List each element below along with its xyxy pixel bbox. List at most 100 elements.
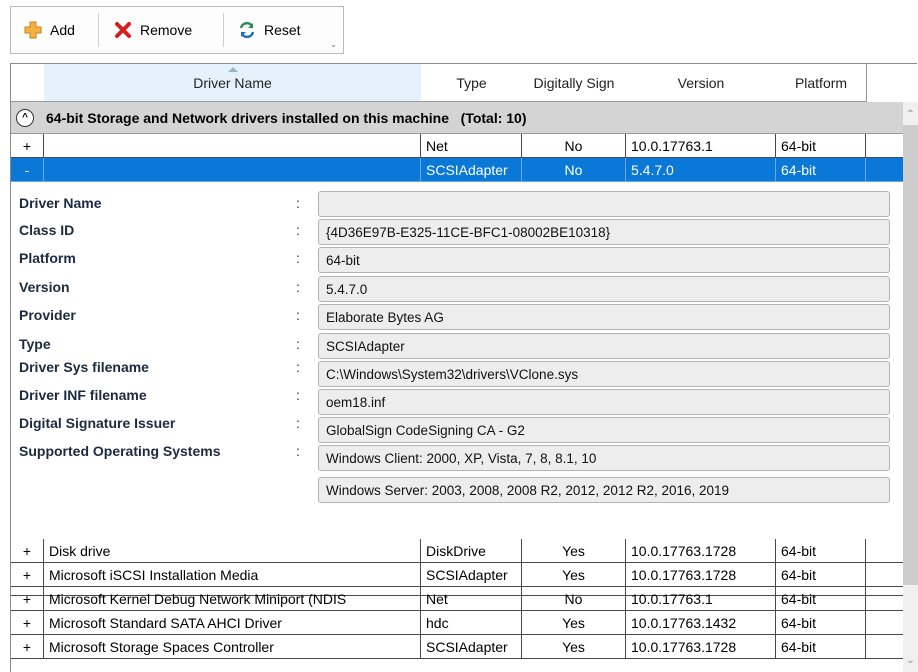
- header-digitally-signed[interactable]: Digitally Sign: [522, 64, 627, 102]
- row-expand-toggle[interactable]: +: [11, 587, 44, 611]
- cell-platform: 64-bit: [776, 134, 866, 158]
- toolbar-divider: [98, 13, 99, 47]
- row-expand-toggle[interactable]: +: [11, 611, 44, 635]
- cell-type: SCSIAdapter: [421, 563, 522, 587]
- cell-type: SCSIAdapter: [421, 158, 522, 182]
- header-type[interactable]: Type: [421, 64, 523, 102]
- header-platform[interactable]: Platform: [776, 64, 867, 102]
- table-row[interactable]: + Microsoft Kernel Debug Network Minipor…: [11, 587, 904, 611]
- detail-label-type: Type: [19, 336, 51, 352]
- cell-type: Net: [421, 134, 522, 158]
- cell-driver-name: Microsoft Storage Spaces Controller: [44, 635, 421, 659]
- detail-label-driver-inf-filename: Driver INF filename: [19, 387, 147, 403]
- toolbar-divider: [223, 13, 224, 47]
- detail-value-version[interactable]: 5.4.7.0: [318, 276, 890, 302]
- cell-empty: [866, 134, 904, 158]
- detail-colon: :: [296, 307, 300, 323]
- group-header-row[interactable]: ^ 64-bit Storage and Network drivers ins…: [11, 102, 904, 134]
- detail-value-driver-name[interactable]: [318, 191, 890, 217]
- collapse-group-icon[interactable]: ^: [16, 108, 34, 127]
- table-row[interactable]: + Microsoft iSCSI Installation Media SCS…: [11, 563, 904, 587]
- header-version-label: Version: [677, 74, 725, 91]
- cell-signed: Yes: [522, 611, 626, 635]
- cell-platform: 64-bit: [776, 611, 866, 635]
- detail-label-provider: Provider: [19, 307, 76, 323]
- cell-version: 5.4.7.0: [626, 158, 776, 182]
- cell-version: 10.0.17763.1728: [626, 563, 776, 587]
- cell-driver-name: Disk drive: [44, 539, 421, 563]
- detail-value-supported-os-client[interactable]: Windows Client: 2000, XP, Vista, 7, 8, 8…: [318, 445, 890, 471]
- cell-empty: [866, 587, 904, 611]
- group-title: 64-bit Storage and Network drivers insta…: [46, 109, 527, 126]
- cell-signed: No: [522, 158, 626, 182]
- drivers-grid: Driver Name Type Digitally Sign Version …: [10, 63, 917, 672]
- cell-empty: [866, 158, 904, 182]
- detail-colon: :: [296, 222, 300, 238]
- cell-driver-name: Microsoft Kernel Debug Network Miniport …: [44, 587, 421, 611]
- cell-platform: 64-bit: [776, 563, 866, 587]
- add-label: Add: [50, 22, 75, 38]
- table-row[interactable]: + Disk drive DiskDrive Yes 10.0.17763.17…: [11, 539, 904, 563]
- cell-platform: 64-bit: [776, 539, 866, 563]
- reset-icon: [237, 20, 257, 40]
- table-row-selected[interactable]: - SCSIAdapter No 5.4.7.0 64-bit: [11, 158, 904, 182]
- detail-value-type[interactable]: SCSIAdapter: [318, 333, 890, 359]
- detail-colon: :: [296, 279, 300, 295]
- reset-label: Reset: [264, 22, 301, 38]
- cell-signed: Yes: [522, 563, 626, 587]
- remove-button[interactable]: Remove: [113, 7, 192, 53]
- add-button[interactable]: Add: [23, 7, 75, 53]
- cell-version: 10.0.17763.1728: [626, 635, 776, 659]
- table-row[interactable]: + Microsoft Storage Spaces Controller SC…: [11, 635, 904, 659]
- scroll-down-icon[interactable]: ⌄: [903, 652, 918, 668]
- cell-version: 10.0.17763.1: [626, 587, 776, 611]
- detail-value-provider[interactable]: Elaborate Bytes AG: [318, 304, 890, 330]
- header-driver-name-label: Driver Name: [193, 74, 272, 91]
- scroll-up-icon[interactable]: ⌃: [903, 106, 918, 122]
- cell-driver-name: [44, 134, 421, 158]
- remove-label: Remove: [140, 22, 193, 38]
- cell-platform: 64-bit: [776, 587, 866, 611]
- row-collapse-toggle[interactable]: -: [11, 158, 44, 182]
- detail-colon: :: [296, 443, 300, 459]
- cell-platform: 64-bit: [776, 635, 866, 659]
- cell-driver-name: Microsoft iSCSI Installation Media: [44, 563, 421, 587]
- header-driver-name[interactable]: Driver Name: [44, 64, 422, 102]
- detail-label-supported-os: Supported Operating Systems: [19, 443, 221, 459]
- header-version[interactable]: Version: [626, 64, 777, 102]
- add-icon: [23, 20, 43, 40]
- row-expand-toggle[interactable]: +: [11, 635, 44, 659]
- cell-empty: [866, 539, 904, 563]
- scrollbar-thumb[interactable]: [903, 125, 918, 585]
- table-row[interactable]: + Microsoft Standard SATA AHCI Driver hd…: [11, 611, 904, 635]
- detail-colon: :: [296, 415, 300, 431]
- detail-value-driver-sys-filename[interactable]: C:\Windows\System32\drivers\VClone.sys: [318, 361, 890, 387]
- detail-label-platform: Platform: [19, 250, 76, 266]
- reset-button[interactable]: Reset: [237, 7, 301, 53]
- cell-version: 10.0.17763.1: [626, 134, 776, 158]
- toolbar-overflow-icon[interactable]: ⌄: [330, 40, 337, 49]
- cell-driver-name: [44, 158, 421, 182]
- sort-ascending-icon: [227, 67, 238, 72]
- detail-label-driver-name: Driver Name: [19, 195, 102, 211]
- detail-colon: :: [296, 250, 300, 266]
- cell-empty: [866, 635, 904, 659]
- detail-value-platform[interactable]: 64-bit: [318, 247, 890, 273]
- row-expand-toggle[interactable]: +: [11, 134, 44, 158]
- cell-signed: No: [522, 134, 626, 158]
- header-platform-label: Platform: [794, 74, 848, 91]
- detail-value-class-id[interactable]: {4D36E97B-E325-11CE-BFC1-08002BE10318}: [318, 219, 890, 245]
- detail-label-class-id: Class ID: [19, 222, 75, 238]
- detail-value-supported-os-server[interactable]: Windows Server: 2003, 2008, 2008 R2, 201…: [318, 477, 890, 503]
- table-row[interactable]: + Net No 10.0.17763.1 64-bit: [11, 134, 904, 158]
- row-expand-toggle[interactable]: +: [11, 563, 44, 587]
- cell-driver-name: Microsoft Standard SATA AHCI Driver: [44, 611, 421, 635]
- cell-empty: [866, 563, 904, 587]
- header-expander[interactable]: [11, 64, 45, 102]
- row-expand-toggle[interactable]: +: [11, 539, 44, 563]
- detail-label-version: Version: [19, 279, 70, 295]
- cell-empty: [866, 611, 904, 635]
- detail-value-digital-signature-issuer[interactable]: GlobalSign CodeSigning CA - G2: [318, 417, 890, 443]
- detail-value-driver-inf-filename[interactable]: oem18.inf: [318, 389, 890, 415]
- cell-type: SCSIAdapter: [421, 635, 522, 659]
